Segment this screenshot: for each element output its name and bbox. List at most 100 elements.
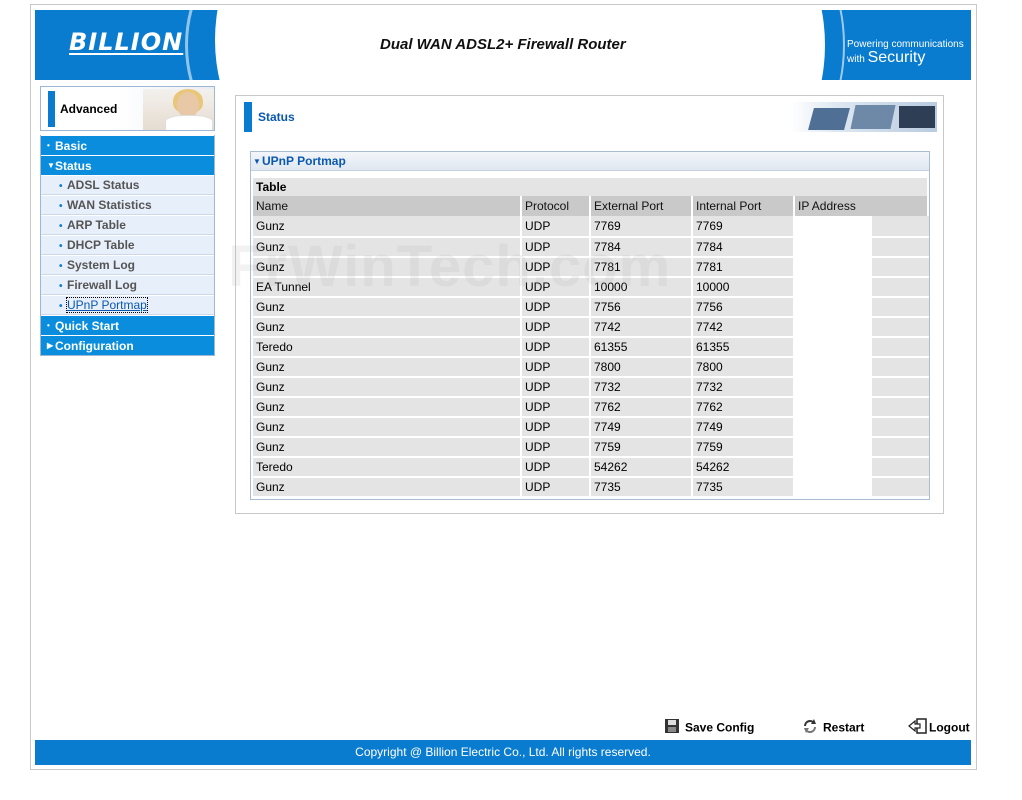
restart-button[interactable]: Restart (802, 718, 864, 736)
caret-down-icon: ▼ (47, 161, 55, 170)
upnp-portmap-panel: ▼UPnP Portmap Table Name Protocol Extern… (250, 151, 930, 500)
cell-ip-address (795, 316, 872, 336)
cell-name: Gunz (253, 216, 522, 236)
cell-internal-port: 7749 (693, 416, 795, 436)
cell-ip-address (795, 396, 872, 416)
sidebar-item-label: Status (55, 159, 92, 173)
sidebar-item-adsl-status[interactable]: • ADSL Status (41, 175, 214, 195)
column-header-internal-port: Internal Port (693, 196, 795, 216)
cell-external-port: 61355 (591, 336, 693, 356)
sidebar-item-arp-table[interactable]: • ARP Table (41, 215, 214, 235)
table-row: Gunz UDP 7781 7781 (253, 256, 929, 276)
sidebar-item-system-log[interactable]: • System Log (41, 255, 214, 275)
cell-external-port: 7735 (591, 476, 693, 496)
caret-down-icon: ▼ (253, 157, 261, 166)
column-header-ip-address: IP Address (795, 196, 929, 216)
cell-internal-port: 54262 (693, 456, 795, 476)
router-admin-page: BILLION Dual WAN ADSL2+ Firewall Router … (0, 0, 1022, 800)
cell-protocol: UDP (522, 216, 591, 236)
cell-filler (872, 376, 929, 396)
cell-external-port: 10000 (591, 276, 693, 296)
cell-protocol: UDP (522, 476, 591, 496)
bullet-icon: • (59, 221, 63, 232)
sidebar-item-firewall-log[interactable]: • Firewall Log (41, 275, 214, 295)
sidebar-item-upnp-portmap[interactable]: • UPnP Portmap (41, 295, 214, 315)
sidebar-item-label: Quick Start (55, 319, 120, 333)
cell-internal-port: 7732 (693, 376, 795, 396)
cell-protocol: UDP (522, 296, 591, 316)
sidebar-item-basic[interactable]: • Basic (41, 135, 214, 155)
sidebar-item-dhcp-table[interactable]: • DHCP Table (41, 235, 214, 255)
cell-name: Teredo (253, 456, 522, 476)
table-caption: Table (253, 176, 929, 196)
cell-name: Teredo (253, 336, 522, 356)
billion-logo: BILLION (69, 28, 184, 56)
cell-name: Gunz (253, 236, 522, 256)
table-body: Gunz UDP 7769 7769 Gunz UDP 7784 7784 Gunz UDP 778… (253, 216, 929, 496)
sidebar-item-status[interactable]: ▼Status (41, 155, 214, 175)
panel-body: Table Name Protocol External Port Intern… (251, 172, 929, 499)
footer: Copyright @ Billion Electric Co., Ltd. A… (35, 740, 971, 765)
cell-name: Gunz (253, 436, 522, 456)
cell-name: Gunz (253, 376, 522, 396)
sidebar-item-configuration[interactable]: ▶ Configuration (41, 335, 214, 355)
cell-filler (872, 356, 929, 376)
cell-name: Gunz (253, 476, 522, 496)
cell-filler (872, 316, 929, 336)
cell-filler (872, 396, 929, 416)
cell-filler (872, 416, 929, 436)
cell-internal-port: 7756 (693, 296, 795, 316)
cell-internal-port: 10000 (693, 276, 795, 296)
portmap-table: Table Name Protocol External Port Intern… (253, 176, 929, 496)
cell-external-port: 7742 (591, 316, 693, 336)
column-header-name: Name (253, 196, 522, 216)
cell-internal-port: 7742 (693, 316, 795, 336)
sidebar-item-label: Basic (55, 139, 88, 153)
column-header-external-port: External Port (591, 196, 693, 216)
sidebar-item-wan-statistics[interactable]: • WAN Statistics (41, 195, 214, 215)
tagline: Powering communications with Security (847, 38, 967, 66)
table-row: Gunz UDP 7762 7762 (253, 396, 929, 416)
cell-ip-address (795, 276, 872, 296)
main-content: Status ▼UPnP Portmap Table Name Protocol… (235, 95, 944, 514)
bullet-icon: • (59, 301, 63, 312)
save-config-button[interactable]: Save Config (664, 718, 754, 736)
bullet-icon: • (47, 141, 50, 150)
cell-external-port: 7781 (591, 256, 693, 276)
table-row: Gunz UDP 7784 7784 (253, 236, 929, 256)
table-row: Gunz UDP 7732 7732 (253, 376, 929, 396)
table-row: Gunz UDP 7735 7735 (253, 476, 929, 496)
cell-ip-address (795, 236, 872, 256)
cell-external-port: 7762 (591, 396, 693, 416)
cell-internal-port: 7762 (693, 396, 795, 416)
cell-external-port: 7759 (591, 436, 693, 456)
logout-button[interactable]: Logout (908, 718, 970, 736)
cell-protocol: UDP (522, 396, 591, 416)
panel-header[interactable]: ▼UPnP Portmap (251, 152, 929, 171)
bullet-icon: • (47, 321, 50, 330)
logout-label: Logout (929, 720, 970, 735)
floppy-disk-icon (664, 718, 680, 739)
cell-protocol: UDP (522, 376, 591, 396)
table-row: Gunz UDP 7759 7759 (253, 436, 929, 456)
tagline-security: Security (867, 49, 926, 66)
mode-panel-advanced: Advanced (40, 86, 215, 131)
cell-name: Gunz (253, 396, 522, 416)
cell-protocol: UDP (522, 236, 591, 256)
cell-protocol: UDP (522, 416, 591, 436)
cell-protocol: UDP (522, 356, 591, 376)
sidebar-item-quick-start[interactable]: • Quick Start (41, 315, 214, 335)
tagline-with: with (847, 54, 865, 65)
cell-external-port: 7784 (591, 236, 693, 256)
cell-ip-address (795, 256, 872, 276)
cell-filler (872, 236, 929, 256)
cell-internal-port: 7769 (693, 216, 795, 236)
cell-name: Gunz (253, 316, 522, 336)
cell-internal-port: 7784 (693, 236, 795, 256)
mode-label: Advanced (60, 102, 118, 116)
cell-external-port: 7756 (591, 296, 693, 316)
cell-external-port: 7749 (591, 416, 693, 436)
cell-filler (872, 476, 929, 496)
product-title: Dual WAN ADSL2+ Firewall Router (380, 36, 626, 53)
restart-label: Restart (823, 720, 865, 735)
